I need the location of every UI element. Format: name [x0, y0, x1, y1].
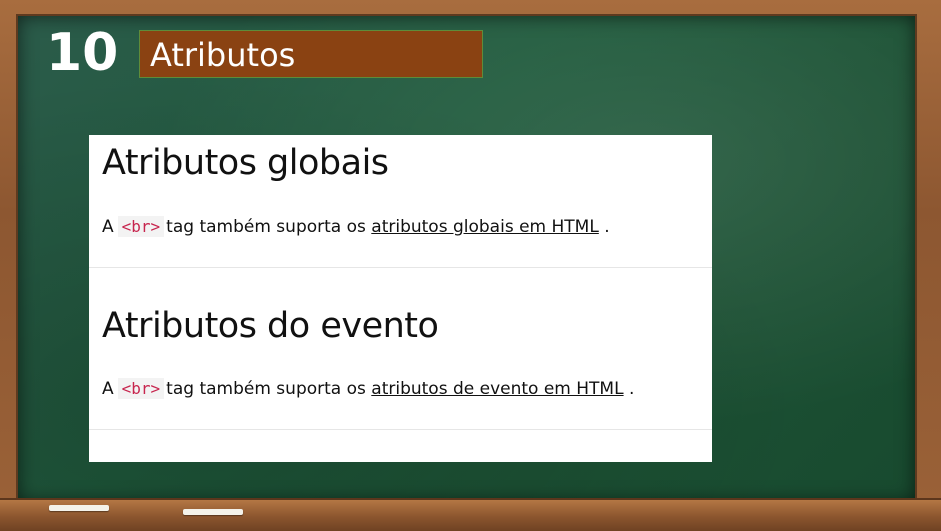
chalk-stick — [49, 505, 109, 511]
chalkboard-frame: 10 Atributos Atributos globais A <br> tag … — [0, 0, 941, 531]
slide-title-box: Atributos — [139, 30, 483, 78]
paragraph-text: . — [604, 217, 610, 237]
code-snippet: <br> — [117, 378, 165, 399]
slide-title: Atributos — [150, 36, 296, 74]
paragraph-text: A — [102, 379, 114, 399]
paragraph-text: tag também suporta os — [166, 217, 366, 237]
code-snippet: <br> — [117, 216, 165, 237]
chalk-ledge — [0, 498, 941, 531]
global-attributes-link[interactable]: atributos globais em HTML — [371, 217, 599, 237]
section-paragraph: A <br> tag também suporta os atributos de … — [102, 376, 634, 402]
section-heading: Atributos globais — [102, 143, 389, 183]
section-paragraph: A <br> tag também suporta os atributos glo… — [102, 214, 610, 240]
section-event-attributes: Atributos do evento A <br> tag também supo… — [89, 268, 712, 430]
section-heading: Atributos do evento — [102, 306, 439, 346]
event-attributes-link[interactable]: atributos de evento em HTML — [371, 379, 623, 399]
section-global-attributes: Atributos globais A <br> tag também suport… — [89, 135, 712, 268]
paragraph-text: A — [102, 217, 114, 237]
content-panel: Atributos globais A <br> tag também suport… — [89, 135, 712, 462]
chalk-stick — [183, 509, 243, 515]
slide-number: 10 — [46, 23, 119, 83]
paragraph-text: tag também suporta os — [166, 379, 366, 399]
paragraph-text: . — [628, 379, 635, 399]
